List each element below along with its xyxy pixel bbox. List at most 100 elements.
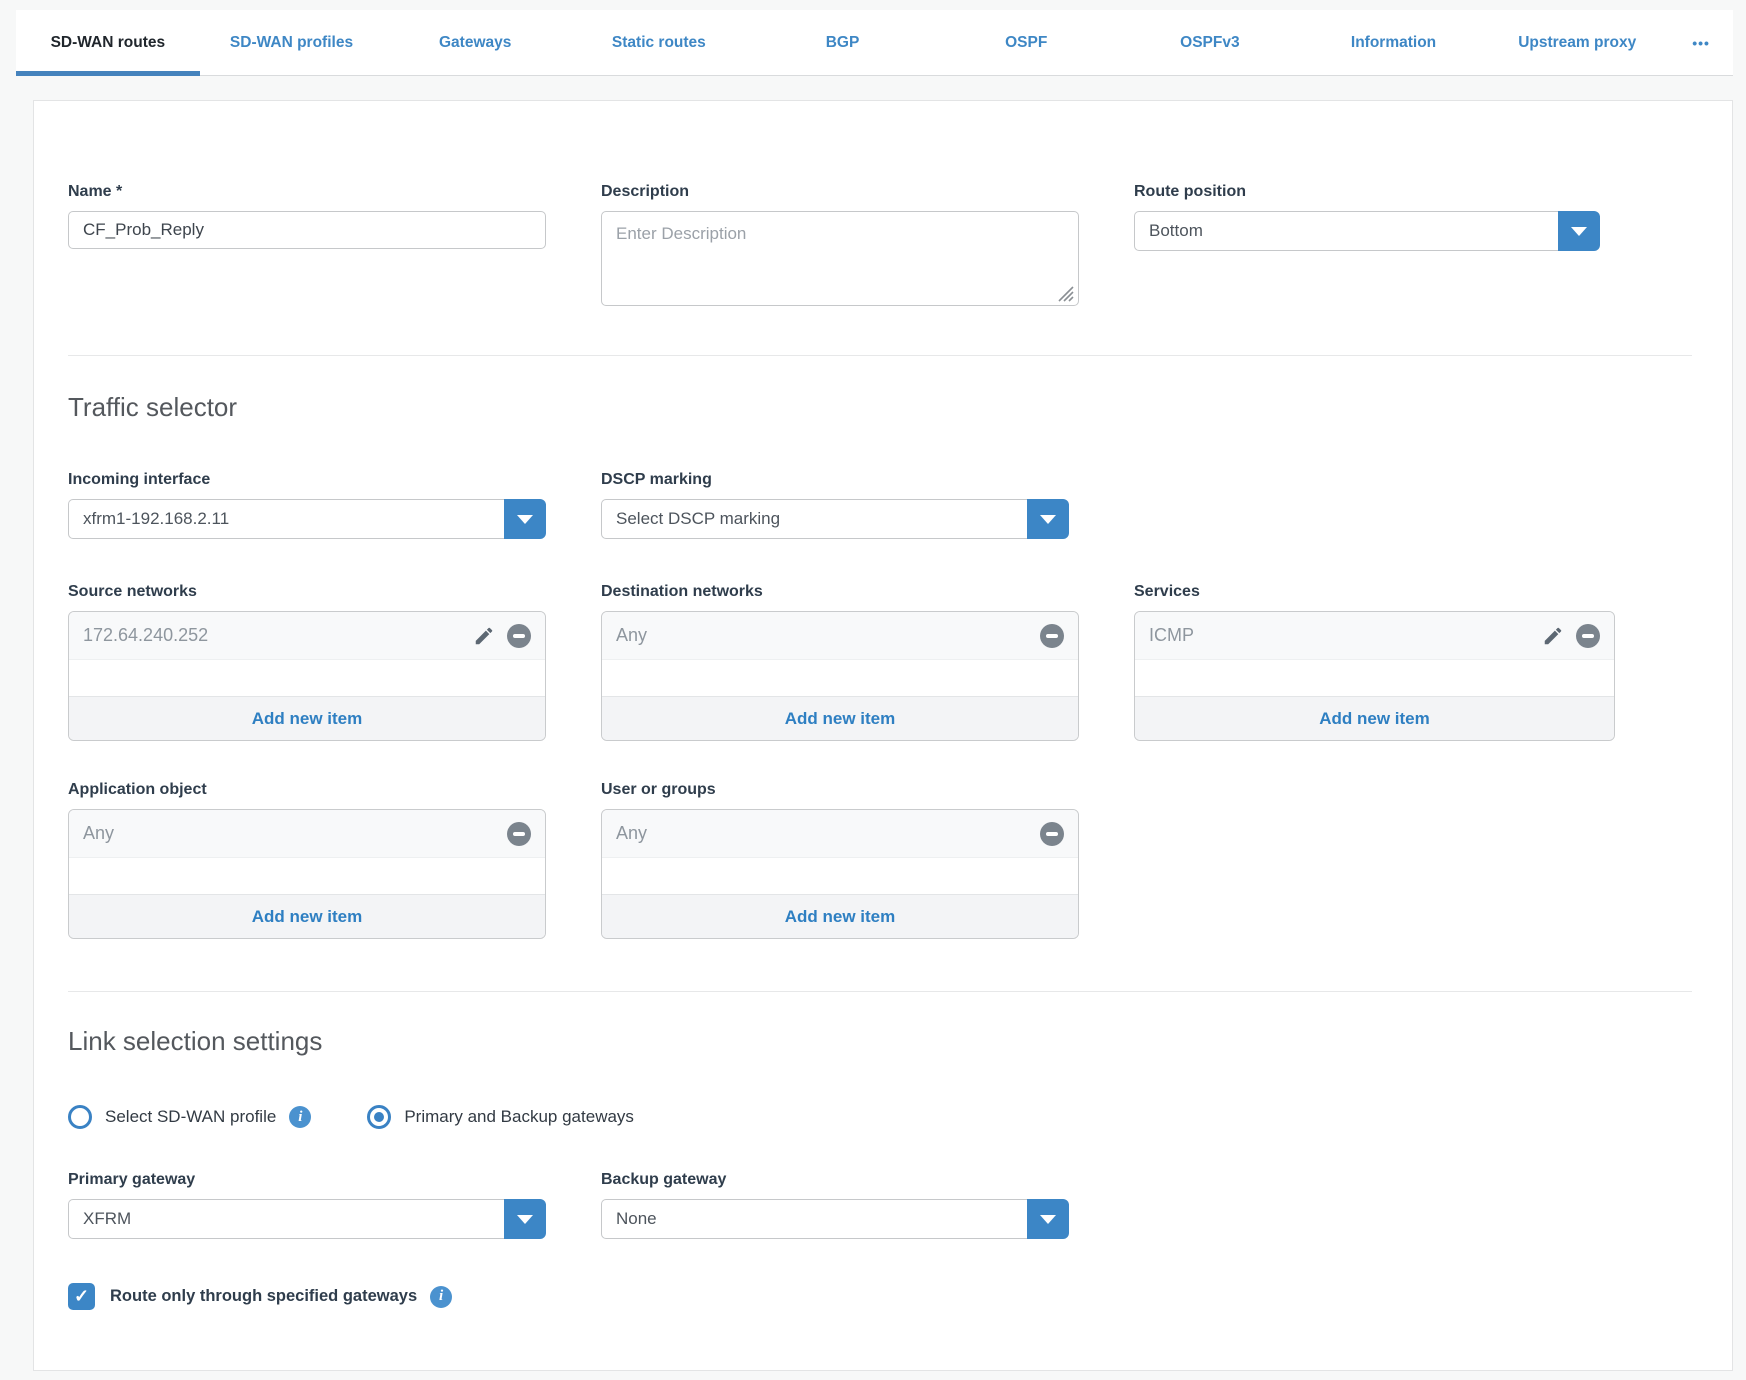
section-divider [68, 991, 1692, 992]
traffic-selector-title: Traffic selector [68, 392, 1692, 423]
radio-checked-icon[interactable] [367, 1105, 391, 1129]
description-label: Description [601, 183, 1079, 201]
add-new-item-button[interactable]: Add new item [602, 696, 1078, 740]
add-new-item-button[interactable]: Add new item [69, 894, 545, 938]
tab-sdwan-profiles[interactable]: SD-WAN profiles [200, 10, 384, 75]
backup-gateway-field: Backup gateway None [601, 1171, 1079, 1239]
tab-bgp[interactable]: BGP [751, 10, 935, 75]
user-or-groups-field: User or groups Any Add new item [601, 781, 1079, 939]
list-item: Any [69, 810, 545, 858]
route-position-field: Route position Bottom [1134, 183, 1615, 251]
application-object-field: Application object Any Add new item [68, 781, 546, 939]
dscp-marking-field: DSCP marking Select DSCP marking [601, 471, 1079, 539]
dscp-marking-value: Select DSCP marking [601, 499, 1027, 539]
incoming-interface-field: Incoming interface xfrm1-192.168.2.11 [68, 471, 546, 539]
list-empty-area [602, 858, 1078, 894]
primary-gateway-select[interactable]: XFRM [68, 1199, 546, 1239]
name-input[interactable] [68, 211, 546, 249]
remove-icon[interactable] [1040, 822, 1064, 846]
edit-icon[interactable] [1542, 625, 1564, 647]
description-textarea[interactable] [601, 211, 1079, 306]
radio-label: Select SD-WAN profile [105, 1107, 276, 1127]
remove-icon[interactable] [1576, 624, 1600, 648]
radio-icon[interactable] [68, 1105, 92, 1129]
chevron-down-icon[interactable] [1027, 1199, 1069, 1239]
route-only-row: ✓ Route only through specified gateways … [68, 1283, 1692, 1310]
remove-icon[interactable] [507, 624, 531, 648]
dscp-marking-select[interactable]: Select DSCP marking [601, 499, 1069, 539]
tab-gateways[interactable]: Gateways [383, 10, 567, 75]
route-only-checkbox[interactable]: ✓ [68, 1283, 95, 1310]
resize-handle-icon[interactable] [1056, 284, 1074, 302]
incoming-interface-select[interactable]: xfrm1-192.168.2.11 [68, 499, 546, 539]
networks-services-row: Source networks 172.64.240.252 Add new i… [68, 583, 1692, 741]
ellipsis-icon: ••• [1692, 35, 1710, 51]
link-selection-title: Link selection settings [68, 1026, 1692, 1057]
incoming-interface-value: xfrm1-192.168.2.11 [68, 499, 504, 539]
source-networks-list: 172.64.240.252 Add new item [68, 611, 546, 741]
edit-icon[interactable] [473, 625, 495, 647]
application-object-list: Any Add new item [68, 809, 546, 939]
services-field: Services ICMP Add new item [1134, 583, 1615, 741]
link-mode-radio-group: Select SD-WAN profile i Primary and Back… [68, 1105, 1692, 1129]
gateways-row: Primary gateway XFRM Backup gateway None [68, 1171, 1692, 1239]
primary-gateway-field: Primary gateway XFRM [68, 1171, 546, 1239]
add-new-item-button[interactable]: Add new item [1135, 696, 1614, 740]
backup-gateway-select[interactable]: None [601, 1199, 1069, 1239]
route-position-value: Bottom [1134, 211, 1558, 251]
name-label: Name * [68, 183, 546, 201]
list-empty-area [69, 858, 545, 894]
description-field: Description [601, 183, 1079, 311]
chevron-down-icon[interactable] [504, 1199, 546, 1239]
services-label: Services [1134, 583, 1615, 601]
remove-icon[interactable] [507, 822, 531, 846]
tab-information[interactable]: Information [1302, 10, 1486, 75]
destination-networks-label: Destination networks [601, 583, 1079, 601]
list-empty-area [1135, 660, 1614, 696]
tab-static-routes[interactable]: Static routes [567, 10, 751, 75]
destination-networks-list: Any Add new item [601, 611, 1079, 741]
list-item: 172.64.240.252 [69, 612, 545, 660]
list-item: ICMP [1135, 612, 1614, 660]
list-empty-area [602, 660, 1078, 696]
incoming-interface-label: Incoming interface [68, 471, 546, 489]
add-new-item-button[interactable]: Add new item [602, 894, 1078, 938]
more-tabs-button[interactable]: ••• [1669, 10, 1733, 75]
application-user-row: Application object Any Add new item User… [68, 781, 1692, 939]
tab-ospf[interactable]: OSPF [934, 10, 1118, 75]
info-icon[interactable]: i [430, 1286, 452, 1308]
list-item-text: Any [616, 625, 1040, 646]
radio-select-sdwan-profile[interactable]: Select SD-WAN profile [68, 1105, 276, 1129]
application-object-label: Application object [68, 781, 546, 799]
route-only-label: Route only through specified gateways [110, 1287, 417, 1306]
list-empty-area [69, 660, 545, 696]
tab-upstream-proxy[interactable]: Upstream proxy [1485, 10, 1669, 75]
route-position-label: Route position [1134, 183, 1615, 201]
source-networks-label: Source networks [68, 583, 546, 601]
chevron-down-icon[interactable] [1027, 499, 1069, 539]
name-field: Name * [68, 183, 546, 249]
remove-icon[interactable] [1040, 624, 1064, 648]
radio-primary-backup-gateways[interactable]: Primary and Backup gateways [367, 1105, 634, 1129]
info-icon[interactable]: i [289, 1106, 311, 1128]
chevron-down-icon[interactable] [1558, 211, 1600, 251]
source-networks-field: Source networks 172.64.240.252 Add new i… [68, 583, 546, 741]
user-or-groups-list: Any Add new item [601, 809, 1079, 939]
backup-gateway-label: Backup gateway [601, 1171, 1079, 1189]
tab-sdwan-routes[interactable]: SD-WAN routes [16, 10, 200, 75]
list-item: Any [602, 612, 1078, 660]
route-position-select[interactable]: Bottom [1134, 211, 1600, 251]
interface-dscp-row: Incoming interface xfrm1-192.168.2.11 DS… [68, 471, 1692, 539]
user-or-groups-label: User or groups [601, 781, 1079, 799]
backup-gateway-value: None [601, 1199, 1027, 1239]
primary-gateway-value: XFRM [68, 1199, 504, 1239]
chevron-down-icon[interactable] [504, 499, 546, 539]
checkmark-icon: ✓ [74, 1286, 89, 1307]
add-new-item-button[interactable]: Add new item [69, 696, 545, 740]
destination-networks-field: Destination networks Any Add new item [601, 583, 1079, 741]
tab-bar: SD-WAN routes SD-WAN profiles Gateways S… [16, 10, 1733, 76]
list-item-text: ICMP [1149, 625, 1542, 646]
list-item-text: Any [616, 823, 1040, 844]
sdwan-route-form: Name * Description Route position Bottom [33, 100, 1733, 1371]
tab-ospfv3[interactable]: OSPFv3 [1118, 10, 1302, 75]
